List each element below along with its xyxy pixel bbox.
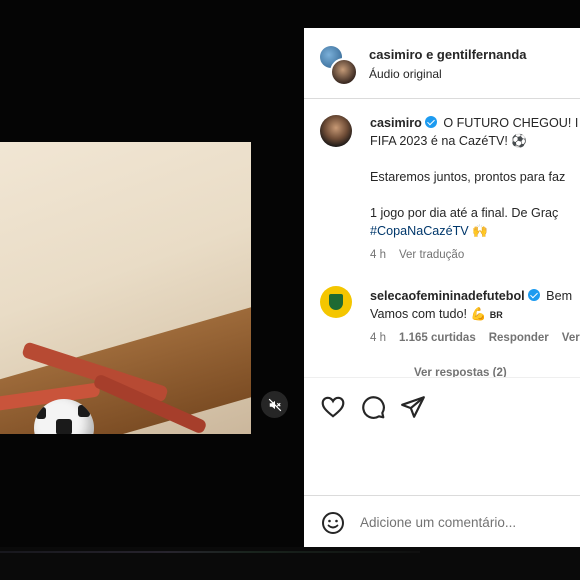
verified-badge-icon — [527, 289, 540, 301]
view-replies-link[interactable]: Ver respostas (2) — [414, 367, 520, 377]
caption-line-5: #CopaNaCazéTV 🙌 — [370, 222, 488, 240]
mute-button[interactable] — [261, 391, 288, 418]
comment-text-1: Bem — [546, 289, 573, 303]
caption-username[interactable]: casimiro — [370, 116, 422, 130]
comment-line-1: selecaofemininadefutebol Bem — [370, 287, 572, 305]
comment-bubble-icon[interactable] — [360, 394, 386, 420]
caption-emoji: 🙌 — [472, 224, 488, 238]
comments-section[interactable]: casimiro O FUTURO CHEGOU! I FIFA 2023 é … — [304, 99, 580, 377]
reply-button[interactable]: Responder — [489, 332, 549, 344]
caption-line-4: 1 jogo por dia até a final. De Graç — [370, 206, 559, 220]
avatar[interactable] — [320, 286, 352, 318]
smiley-icon[interactable] — [321, 511, 345, 535]
collab-avatars[interactable] — [320, 46, 358, 86]
comment-time[interactable]: 4 h — [370, 332, 386, 344]
verified-badge-icon — [424, 116, 437, 128]
cbf-logo-icon — [329, 294, 343, 310]
add-comment-bar — [304, 495, 580, 547]
view-replies-label: Ver respostas (2) — [414, 367, 507, 377]
speaker-muted-icon — [268, 398, 281, 411]
avatar — [330, 58, 358, 86]
translate-link[interactable]: Ver tradução — [399, 249, 464, 261]
progress-line — [0, 551, 420, 553]
post-header: casimiro e gentilfernanda Áudio original — [304, 28, 580, 99]
caption-time[interactable]: 4 h — [370, 249, 386, 261]
comment-line-2: Vamos com tudo! 💪 BR — [370, 305, 503, 324]
heart-icon[interactable] — [320, 394, 346, 420]
caption-text-1: O FUTURO CHEGOU! I — [443, 116, 579, 130]
flag-label: BR — [489, 310, 503, 320]
translate-link[interactable]: Ver t — [562, 332, 580, 344]
comment-likes[interactable]: 1.165 curtidas — [399, 332, 476, 344]
bottom-strip — [0, 547, 580, 580]
avatar[interactable] — [320, 115, 352, 147]
comment-text-2: Vamos com tudo! 💪 — [370, 307, 487, 321]
caption-meta: 4 h Ver tradução — [370, 249, 477, 261]
caption-line-1: casimiro O FUTURO CHEGOU! I — [370, 114, 578, 132]
comment-username[interactable]: selecaofemininadefutebol — [370, 289, 525, 303]
caption-line-2: FIFA 2023 é na CazéTV! ⚽ — [370, 134, 528, 148]
paper-plane-icon[interactable] — [400, 394, 426, 420]
post-details-panel: casimiro e gentilfernanda Áudio original… — [304, 28, 580, 547]
header-usernames[interactable]: casimiro e gentilfernanda — [369, 47, 527, 62]
comment-meta: 4 h 1.165 curtidas Responder Ver t — [370, 332, 580, 344]
audio-link[interactable]: Áudio original — [369, 67, 442, 81]
caption-line-3: Estaremos juntos, prontos para faz — [370, 170, 566, 184]
video-player[interactable] — [0, 142, 251, 434]
comment-input[interactable] — [360, 510, 570, 534]
action-bar — [304, 377, 580, 496]
hashtag-link[interactable]: #CopaNaCazéTV — [370, 224, 469, 238]
